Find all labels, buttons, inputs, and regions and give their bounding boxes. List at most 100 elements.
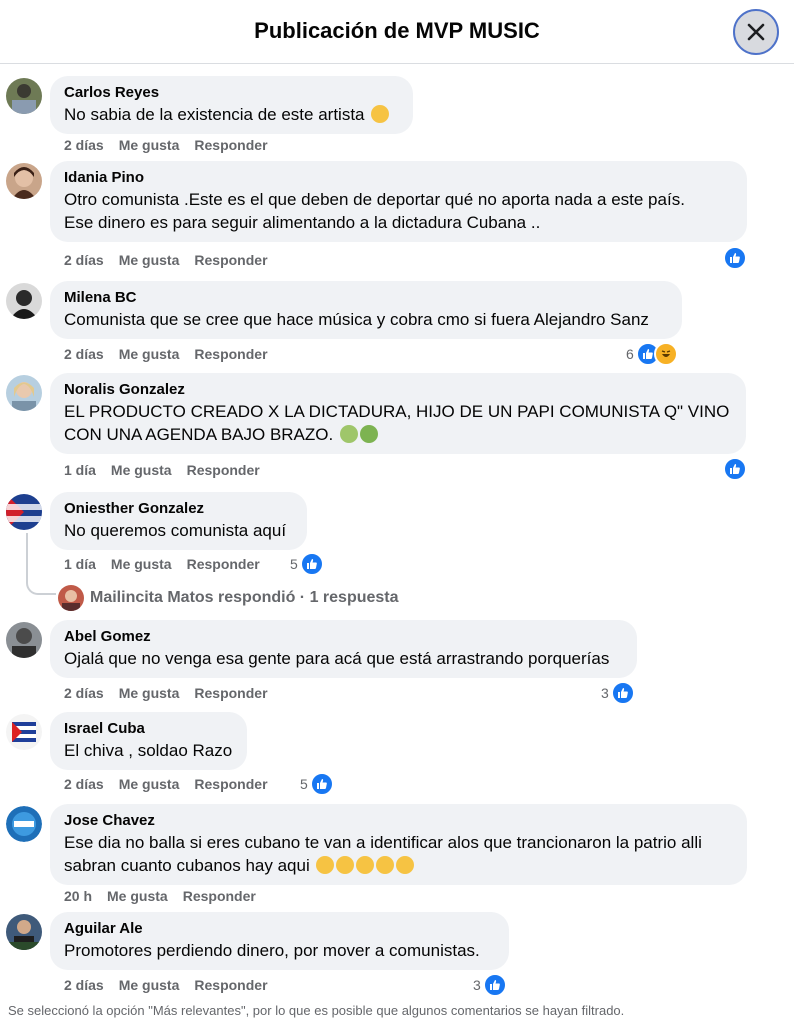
like-action[interactable]: Me gusta bbox=[119, 977, 180, 993]
comment-time[interactable]: 1 día bbox=[64, 462, 96, 478]
comment-author[interactable]: Abel Gomez bbox=[64, 627, 623, 647]
avatar[interactable] bbox=[6, 714, 42, 750]
comment-text: CON UNA AGENDA BAJO BRAZO. bbox=[64, 425, 334, 444]
avatar bbox=[58, 585, 84, 611]
like-action[interactable]: Me gusta bbox=[119, 346, 180, 362]
like-icon bbox=[723, 246, 747, 270]
view-replies-link[interactable]: Mailincita Matos respondió · 1 respuesta bbox=[58, 585, 399, 611]
comment-author[interactable]: Jose Chavez bbox=[64, 811, 733, 831]
reply-action[interactable]: Responder bbox=[187, 556, 260, 572]
comment-actions: 2 días Me gusta Responder bbox=[64, 252, 283, 268]
comment-author[interactable]: Israel Cuba bbox=[64, 719, 233, 739]
comment-bubble: Oniesther Gonzalez No queremos comunista… bbox=[50, 492, 307, 550]
like-action[interactable]: Me gusta bbox=[119, 685, 180, 701]
like-icon bbox=[299, 552, 324, 576]
reaction-summary[interactable]: 5 bbox=[290, 552, 324, 576]
comment-text: No queremos comunista aquí bbox=[64, 521, 287, 540]
comment-time[interactable]: 2 días bbox=[64, 252, 104, 268]
reaction-count: 6 bbox=[626, 346, 634, 362]
reaction-summary[interactable]: 5 bbox=[300, 772, 334, 796]
comment-time[interactable]: 2 días bbox=[64, 977, 104, 993]
nauseated-emoji-icon bbox=[339, 425, 358, 443]
avatar[interactable] bbox=[6, 375, 42, 411]
reaction-count: 5 bbox=[300, 776, 308, 792]
comment-text: EL PRODUCTO CREADO X LA DICTADURA, HIJO … bbox=[64, 402, 730, 421]
comment-actions: 2 días Me gusta Responder bbox=[64, 776, 283, 792]
reaction-summary[interactable]: 6 bbox=[626, 342, 678, 366]
like-icon bbox=[610, 681, 635, 705]
crying-emoji-icon bbox=[371, 105, 390, 123]
reaction-count: 5 bbox=[290, 556, 298, 572]
filter-notice: Se seleccionó la opción "Más relevantes"… bbox=[8, 1003, 625, 1018]
like-action[interactable]: Me gusta bbox=[119, 252, 180, 268]
like-action[interactable]: Me gusta bbox=[111, 462, 172, 478]
comment-time[interactable]: 1 día bbox=[64, 556, 96, 572]
reaction-count: 3 bbox=[473, 977, 481, 993]
comment-actions: 2 días Me gusta Responder bbox=[64, 137, 283, 153]
comment-text: Ojalá que no venga esa gente para acá qu… bbox=[64, 649, 610, 668]
reaction-summary[interactable] bbox=[723, 457, 747, 481]
avatar[interactable] bbox=[6, 622, 42, 658]
avatar[interactable] bbox=[6, 914, 42, 950]
comment-text: No sabia de la existencia de este artist… bbox=[64, 105, 365, 124]
reply-action[interactable]: Responder bbox=[194, 346, 267, 362]
view-replies-text: Mailincita Matos respondió · 1 respuesta bbox=[90, 589, 399, 606]
comment-bubble: Abel Gomez Ojalá que no venga esa gente … bbox=[50, 620, 637, 678]
like-action[interactable]: Me gusta bbox=[107, 888, 168, 904]
comment-time[interactable]: 2 días bbox=[64, 346, 104, 362]
like-icon bbox=[723, 457, 747, 481]
comment-author[interactable]: Carlos Reyes bbox=[64, 83, 399, 103]
comment-actions: 2 días Me gusta Responder bbox=[64, 346, 283, 362]
like-action[interactable]: Me gusta bbox=[111, 556, 172, 572]
rofl-emoji-icon bbox=[396, 856, 415, 874]
comment-author[interactable]: Aguilar Ale bbox=[64, 919, 495, 939]
comment-bubble: Carlos Reyes No sabia de la existencia d… bbox=[50, 76, 413, 134]
comment-bubble: Milena BC Comunista que se cree que hace… bbox=[50, 281, 682, 339]
reply-action[interactable]: Responder bbox=[194, 252, 267, 268]
comment-bubble: Israel Cuba El chiva , soldao Razo bbox=[50, 712, 247, 770]
rofl-emoji-icon bbox=[336, 856, 355, 874]
reaction-summary[interactable]: 3 bbox=[601, 681, 635, 705]
comment-author[interactable]: Idania Pino bbox=[64, 168, 733, 188]
comment-text: Ese dinero es para seguir alimentando a … bbox=[64, 213, 541, 232]
avatar[interactable] bbox=[6, 78, 42, 114]
haha-icon bbox=[653, 342, 678, 366]
thread-connector bbox=[26, 533, 56, 595]
reply-action[interactable]: Responder bbox=[194, 776, 267, 792]
rofl-emoji-icon bbox=[356, 856, 375, 874]
avatar[interactable] bbox=[6, 283, 42, 319]
rofl-emoji-icon bbox=[316, 856, 335, 874]
close-button[interactable] bbox=[733, 9, 779, 55]
reply-action[interactable]: Responder bbox=[187, 462, 260, 478]
reaction-summary[interactable] bbox=[723, 246, 747, 270]
comment-actions: 1 día Me gusta Responder bbox=[64, 462, 275, 478]
avatar[interactable] bbox=[6, 494, 42, 530]
like-action[interactable]: Me gusta bbox=[119, 776, 180, 792]
comment-text: Comunista que se cree que hace música y … bbox=[64, 310, 649, 329]
comment-actions: 2 días Me gusta Responder bbox=[64, 977, 283, 993]
comment-bubble: Noralis Gonzalez EL PRODUCTO CREADO X LA… bbox=[50, 373, 746, 454]
reply-action[interactable]: Responder bbox=[194, 137, 267, 153]
comment-text: sabran cuanto cubanos hay aqui bbox=[64, 856, 310, 875]
reaction-summary[interactable]: 3 bbox=[473, 973, 507, 997]
reply-action[interactable]: Responder bbox=[194, 977, 267, 993]
comment-author[interactable]: Milena BC bbox=[64, 288, 668, 308]
comment-text: Ese dia no balla si eres cubano te van a… bbox=[64, 833, 702, 852]
comment-text: Promotores perdiendo dinero, por mover a… bbox=[64, 941, 480, 960]
post-title: Publicación de MVP MUSIC bbox=[254, 18, 540, 43]
comment-time[interactable]: 2 días bbox=[64, 776, 104, 792]
comment-bubble: Jose Chavez Ese dia no balla si eres cub… bbox=[50, 804, 747, 885]
like-action[interactable]: Me gusta bbox=[119, 137, 180, 153]
comment-author[interactable]: Noralis Gonzalez bbox=[64, 380, 732, 400]
comment-time[interactable]: 2 días bbox=[64, 685, 104, 701]
avatar[interactable] bbox=[6, 806, 42, 842]
like-icon bbox=[309, 772, 334, 796]
comment-time[interactable]: 20 h bbox=[64, 888, 92, 904]
reply-action[interactable]: Responder bbox=[194, 685, 267, 701]
post-header: Publicación de MVP MUSIC bbox=[0, 0, 794, 64]
reply-action[interactable]: Responder bbox=[183, 888, 256, 904]
comment-time[interactable]: 2 días bbox=[64, 137, 104, 153]
comment-author[interactable]: Oniesther Gonzalez bbox=[64, 499, 293, 519]
comment-actions: 20 h Me gusta Responder bbox=[64, 888, 271, 904]
avatar[interactable] bbox=[6, 163, 42, 199]
